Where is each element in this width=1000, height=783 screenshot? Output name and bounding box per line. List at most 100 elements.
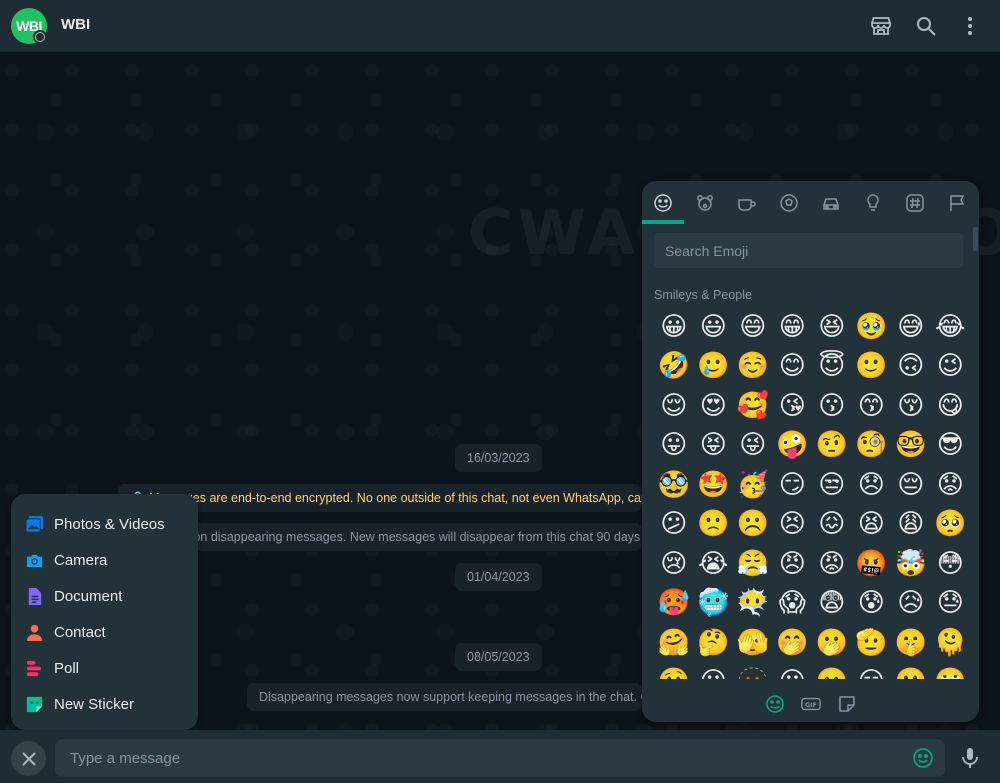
message-input[interactable] (55, 739, 945, 777)
emoji-cell[interactable]: 😶‍🌫️ (733, 584, 773, 624)
emoji-cell[interactable]: 🧐 (852, 426, 892, 466)
emoji-cell[interactable]: 😐 (773, 663, 813, 679)
animals-tab-icon[interactable] (684, 181, 726, 224)
emoji-cell[interactable]: 😫 (852, 505, 892, 545)
emoji-cell[interactable]: 😭 (694, 544, 734, 584)
emoji-cell[interactable]: 😱 (773, 584, 813, 624)
emoji-cell[interactable]: 😂 (931, 307, 971, 347)
emoji-cell[interactable]: 🫡 (852, 623, 892, 663)
emoji-cell[interactable]: 😉 (931, 347, 971, 387)
emoji-cell[interactable]: 😛 (654, 426, 694, 466)
emoji-cell[interactable]: 🫥 (733, 663, 773, 679)
emoji-cell[interactable]: 😟 (931, 465, 971, 505)
attach-document[interactable]: Document (11, 578, 198, 614)
attach-new-sticker[interactable]: New Sticker (11, 686, 198, 722)
food-tab-icon[interactable] (726, 181, 768, 224)
emoji-cell[interactable]: 😏 (773, 465, 813, 505)
emoji-toggle-icon[interactable] (912, 747, 934, 769)
emoji-cell[interactable]: 😊 (773, 347, 813, 387)
emoji-cell[interactable]: ☹️ (733, 505, 773, 545)
emoji-cell[interactable]: 🤪 (773, 426, 813, 466)
emoji-cell[interactable]: 🤗 (654, 623, 694, 663)
emoji-cell[interactable]: 😗 (812, 386, 852, 426)
catalog-icon[interactable] (869, 14, 893, 38)
emoji-cell[interactable]: 😌 (654, 386, 694, 426)
emoji-cell[interactable]: 🤨 (812, 426, 852, 466)
activity-tab-icon[interactable] (768, 181, 810, 224)
flags-tab-icon[interactable] (936, 181, 978, 224)
search-icon[interactable] (914, 14, 938, 38)
emoji-cell[interactable]: 🫣 (733, 623, 773, 663)
emoji-cell[interactable]: 😤 (733, 544, 773, 584)
emoji-cell[interactable]: 🤫 (891, 623, 931, 663)
gif-footer-icon[interactable]: GIF (800, 693, 822, 715)
emoji-cell[interactable]: 😎 (931, 426, 971, 466)
emoji-cell[interactable]: 😆 (812, 307, 852, 347)
emoji-cell[interactable]: 😇 (812, 347, 852, 387)
sticker-footer-icon[interactable] (836, 693, 858, 715)
emoji-cell[interactable]: 😕 (654, 505, 694, 545)
emoji-cell[interactable]: 😳 (931, 544, 971, 584)
emoji-cell[interactable]: 🙃 (891, 347, 931, 387)
emoji-cell[interactable]: 😢 (654, 544, 694, 584)
close-attach-button[interactable] (11, 741, 46, 776)
emoji-cell[interactable]: 😁 (773, 307, 813, 347)
emoji-cell[interactable]: 😞 (852, 465, 892, 505)
emoji-cell[interactable]: 😑 (852, 663, 892, 679)
emoji-cell[interactable]: 🤔 (694, 623, 734, 663)
emoji-cell[interactable]: 🙄 (931, 663, 971, 679)
emoji-cell[interactable]: 😓 (931, 584, 971, 624)
emoji-search-input[interactable] (654, 233, 963, 268)
emoji-cell[interactable]: 😜 (733, 426, 773, 466)
emoji-cell[interactable]: 😶 (694, 663, 734, 679)
emoji-cell[interactable]: 🥲 (694, 347, 734, 387)
microphone-icon[interactable] (958, 746, 982, 770)
emoji-scrollbar[interactable] (973, 227, 978, 251)
emoji-cell[interactable]: 😡 (812, 544, 852, 584)
chat-title[interactable]: WBI (61, 16, 90, 33)
attach-poll[interactable]: Poll (11, 650, 198, 686)
emoji-cell[interactable]: 😄 (733, 307, 773, 347)
keep-messages-notice[interactable]: Disappearing messages now support keepin… (247, 683, 642, 711)
emoji-cell[interactable]: 🤬 (852, 544, 892, 584)
emoji-cell[interactable]: 😙 (852, 386, 892, 426)
emoji-cell[interactable]: 😒 (812, 465, 852, 505)
emoji-cell[interactable]: 🥰 (733, 386, 773, 426)
emoji-cell[interactable]: 😬 (891, 663, 931, 679)
emoji-cell[interactable]: 😚 (891, 386, 931, 426)
more-options-icon[interactable] (958, 14, 982, 38)
emoji-cell[interactable]: 🥵 (654, 584, 694, 624)
emoji-cell[interactable]: 😖 (812, 505, 852, 545)
emoji-cell[interactable]: 😃 (694, 307, 734, 347)
objects-tab-icon[interactable] (852, 181, 894, 224)
attach-contact[interactable]: Contact (11, 614, 198, 650)
emoji-cell[interactable]: 🫤 (812, 663, 852, 679)
emoji-cell[interactable]: 😋 (931, 386, 971, 426)
emoji-cell[interactable]: 🤥 (654, 663, 694, 679)
emoji-cell[interactable]: 😩 (891, 505, 931, 545)
emoji-cell[interactable]: 😰 (852, 584, 892, 624)
emoji-cell[interactable]: 😔 (891, 465, 931, 505)
emoji-cell[interactable]: 😝 (694, 426, 734, 466)
emoji-cell[interactable]: 😘 (773, 386, 813, 426)
travel-tab-icon[interactable] (810, 181, 852, 224)
emoji-cell[interactable]: 🫠 (931, 623, 971, 663)
emoji-cell[interactable]: 🤯 (891, 544, 931, 584)
emoji-footer-icon[interactable] (764, 693, 786, 715)
emoji-cell[interactable]: 🥸 (654, 465, 694, 505)
emoji-cell[interactable]: ☺️ (733, 347, 773, 387)
emoji-cell[interactable]: 🥹 (852, 307, 892, 347)
emoji-cell[interactable]: 🤣 (654, 347, 694, 387)
emoji-cell[interactable]: 🫢 (812, 623, 852, 663)
emoji-cell[interactable]: 🤭 (773, 623, 813, 663)
emoji-cell[interactable]: 🥳 (733, 465, 773, 505)
emoji-cell[interactable]: 😠 (773, 544, 813, 584)
emoji-cell[interactable]: 😀 (654, 307, 694, 347)
emoji-cell[interactable]: 😥 (891, 584, 931, 624)
emoji-cell[interactable]: 🙂 (852, 347, 892, 387)
emoji-cell[interactable]: 😣 (773, 505, 813, 545)
emoji-cell[interactable]: 🙁 (694, 505, 734, 545)
emoji-cell[interactable]: 😍 (694, 386, 734, 426)
emoji-cell[interactable]: 😅 (891, 307, 931, 347)
emoji-cell[interactable]: 🤩 (694, 465, 734, 505)
